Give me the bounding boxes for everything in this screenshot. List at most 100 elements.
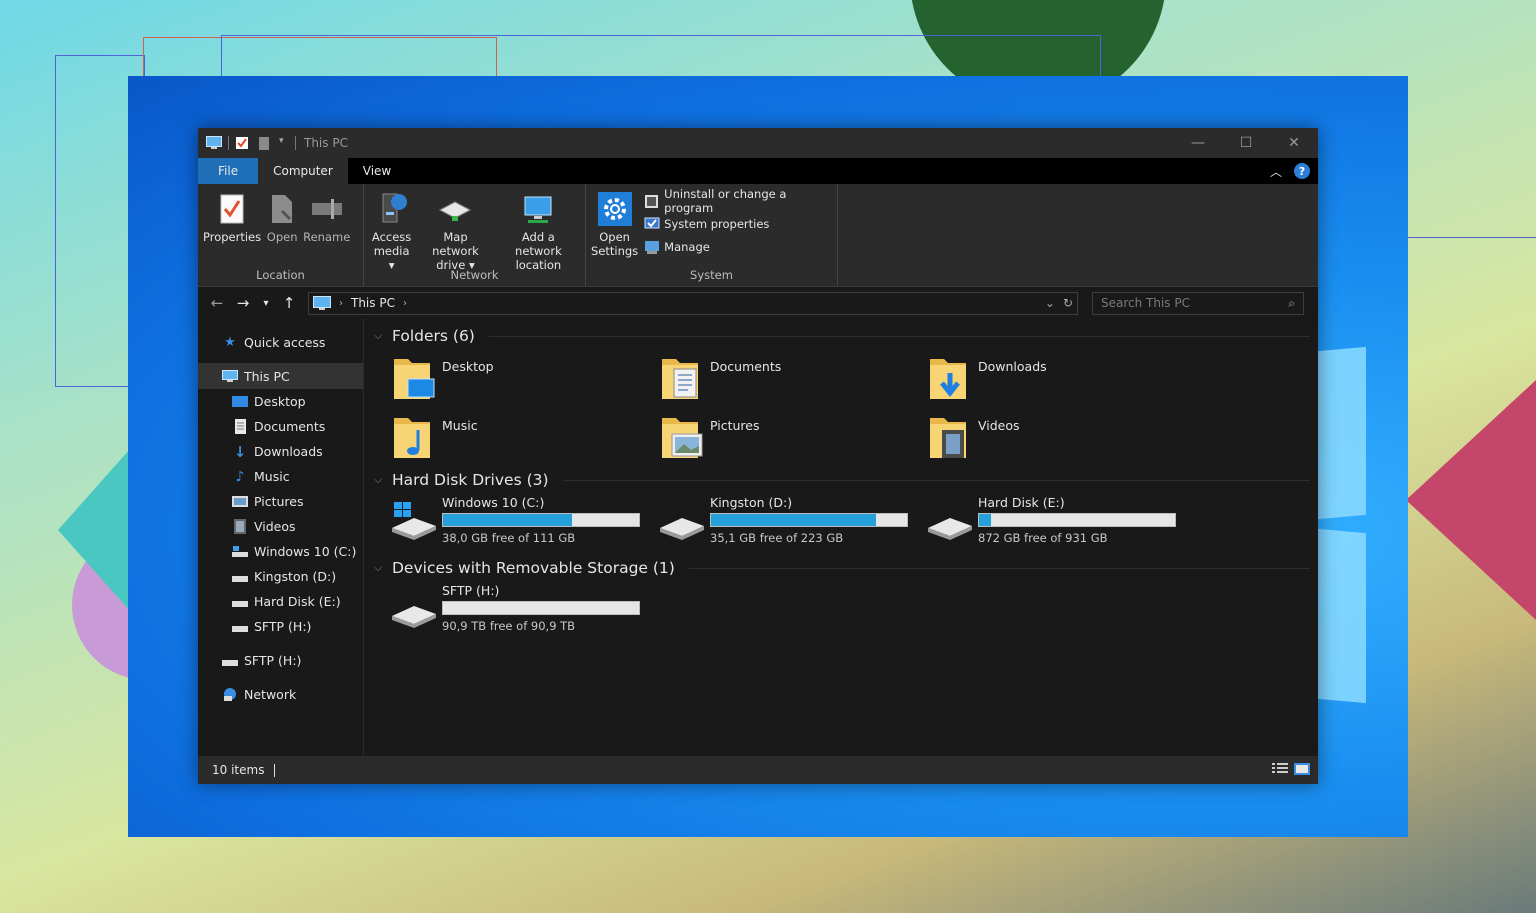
section-folders-header[interactable]: ⌵ Folders (6) xyxy=(374,323,1310,349)
open-button[interactable]: Open xyxy=(263,190,301,244)
sidebar-item-sftp-h[interactable]: SFTP (H:) xyxy=(198,614,363,639)
sidebar-item-this-pc[interactable]: This PC xyxy=(198,363,363,389)
item-count: 10 items xyxy=(212,763,265,777)
map-network-drive-button[interactable]: Map network drive ▾ xyxy=(416,190,495,272)
manage-button[interactable]: Manage xyxy=(644,238,834,256)
rename-label: Rename xyxy=(303,230,351,244)
sidebar-item-pictures[interactable]: Pictures xyxy=(198,489,363,514)
add-network-location-button[interactable]: Add a network location xyxy=(495,190,582,272)
properties-button[interactable]: Properties xyxy=(201,190,263,244)
title-bar[interactable]: ▾ This PC — ☐ ✕ xyxy=(198,128,1318,158)
chevron-down-icon[interactable]: ⌵ xyxy=(374,561,384,575)
toolbar-separator xyxy=(295,136,296,150)
folder-tile-pictures[interactable]: Pictures xyxy=(658,408,926,467)
folder-tile-documents[interactable]: Documents xyxy=(658,349,926,408)
sidebar-item-videos[interactable]: Videos xyxy=(198,514,363,539)
search-input[interactable] xyxy=(1101,296,1289,310)
uninstall-program-button[interactable]: Uninstall or change a program xyxy=(644,187,834,215)
desktop-wallpaper: ▾ This PC — ☐ ✕ File Computer View ︿ ? P… xyxy=(128,76,1408,837)
navigation-pane: ★ Quick access This PC Desktop Documents xyxy=(198,319,364,756)
drive-tile-e[interactable]: Hard Disk (E:) 872 GB free of 931 GB xyxy=(926,493,1194,555)
sidebar-item-network[interactable]: Network xyxy=(198,681,363,707)
sidebar-item-sftp[interactable]: SFTP (H:) xyxy=(198,647,363,673)
recent-locations-chevron-icon[interactable]: ▾ xyxy=(256,298,276,309)
open-settings-label-1: Open xyxy=(599,230,630,244)
tab-view[interactable]: View xyxy=(348,158,406,184)
maximize-button[interactable]: ☐ xyxy=(1222,128,1270,158)
tab-computer[interactable]: Computer xyxy=(258,158,348,184)
drive-usage-bar xyxy=(442,513,640,527)
up-arrow-icon[interactable]: ↑ xyxy=(276,294,302,312)
system-properties-button[interactable]: System properties xyxy=(644,215,834,233)
group-label-network: Network xyxy=(450,268,499,282)
sidebar-item-windows-c[interactable]: Windows 10 (C:) xyxy=(198,539,363,564)
sidebar-item-hard-disk-e[interactable]: Hard Disk (E:) xyxy=(198,589,363,614)
music-folder-icon xyxy=(394,418,430,458)
breadcrumb-chevron-icon[interactable]: › xyxy=(339,298,343,309)
drive-tile-d[interactable]: Kingston (D:) 35,1 GB free of 223 GB xyxy=(658,493,926,555)
drive-tile-c[interactable]: Windows 10 (C:) 38,0 GB free of 111 GB xyxy=(390,493,658,555)
hard-drive-icon xyxy=(390,583,440,633)
hard-drive-icon xyxy=(222,653,238,667)
open-settings-button[interactable]: Open Settings xyxy=(589,190,640,258)
new-folder-quick-icon[interactable] xyxy=(257,136,273,150)
folder-tile-videos[interactable]: Videos xyxy=(926,408,1194,467)
sidebar-item-label: Desktop xyxy=(254,394,306,409)
chevron-down-icon[interactable]: ⌵ xyxy=(374,473,384,487)
rename-button[interactable]: Rename xyxy=(301,190,352,244)
breadcrumb-chevron-icon[interactable]: › xyxy=(403,298,407,309)
rename-icon xyxy=(310,190,344,228)
sidebar-item-label: Kingston (D:) xyxy=(254,569,337,584)
sidebar-item-label: Windows 10 (C:) xyxy=(254,544,357,559)
access-media-button[interactable]: Access media ▾ xyxy=(367,190,416,272)
minimize-ribbon-icon[interactable]: ︿ xyxy=(1270,163,1282,180)
sidebar-item-downloads[interactable]: ↓ Downloads xyxy=(198,439,363,464)
back-arrow-icon[interactable]: ← xyxy=(204,294,230,312)
folder-tile-downloads[interactable]: Downloads xyxy=(926,349,1194,408)
tab-file[interactable]: File xyxy=(198,158,259,184)
sidebar-item-kingston-d[interactable]: Kingston (D:) xyxy=(198,564,363,589)
section-drives-header[interactable]: ⌵ Hard Disk Drives (3) xyxy=(374,467,1310,493)
drive-tile-h[interactable]: SFTP (H:) 90,9 TB free of 90,9 TB xyxy=(390,581,658,643)
properties-icon xyxy=(215,190,249,228)
forward-arrow-icon[interactable]: → xyxy=(230,294,256,312)
section-divider xyxy=(562,479,1310,481)
address-history-chevron-icon[interactable]: ⌄ xyxy=(1045,296,1055,310)
refresh-icon[interactable]: ↻ xyxy=(1063,296,1073,310)
hard-drive-icon xyxy=(232,595,248,609)
pictures-folder-icon xyxy=(662,418,703,458)
folder-label: Videos xyxy=(978,418,1020,433)
sidebar-item-desktop[interactable]: Desktop xyxy=(198,389,363,414)
sidebar-item-label: Videos xyxy=(254,519,296,534)
properties-quick-icon[interactable] xyxy=(235,136,251,150)
search-box[interactable]: ⌕ xyxy=(1092,291,1304,315)
hard-drive-icon xyxy=(926,495,976,545)
drive-free-space: 38,0 GB free of 111 GB xyxy=(442,531,576,545)
help-icon[interactable]: ? xyxy=(1294,163,1310,179)
close-button[interactable]: ✕ xyxy=(1270,128,1318,158)
large-icons-view-icon[interactable] xyxy=(1294,762,1310,778)
network-drive-icon xyxy=(438,190,472,228)
drive-usage-bar xyxy=(978,513,1176,527)
drive-usage-bar xyxy=(710,513,908,527)
drive-free-space: 872 GB free of 931 GB xyxy=(978,531,1108,545)
section-removable-header[interactable]: ⌵ Devices with Removable Storage (1) xyxy=(374,555,1310,581)
folder-tile-music[interactable]: Music xyxy=(390,408,658,467)
folder-label: Documents xyxy=(710,359,782,374)
ribbon-group-system: Open Settings Uninstall or change a prog… xyxy=(586,184,838,286)
minimize-button[interactable]: — xyxy=(1174,128,1222,158)
folder-tile-desktop[interactable]: Desktop xyxy=(390,349,658,408)
sidebar-item-music[interactable]: ♪ Music xyxy=(198,464,363,489)
system-properties-icon xyxy=(644,216,660,232)
search-icon[interactable]: ⌕ xyxy=(1288,296,1295,311)
details-view-icon[interactable] xyxy=(1272,762,1288,778)
breadcrumb-this-pc[interactable]: This PC xyxy=(351,296,395,310)
sidebar-item-quick-access[interactable]: ★ Quick access xyxy=(198,329,363,355)
star-icon: ★ xyxy=(224,334,236,350)
sidebar-item-documents[interactable]: Documents xyxy=(198,414,363,439)
address-bar[interactable]: › This PC › ⌄ ↻ xyxy=(308,291,1078,315)
chevron-down-icon[interactable]: ⌵ xyxy=(374,329,384,343)
uninstall-icon xyxy=(644,193,660,209)
customize-quick-access-icon[interactable]: ▾ xyxy=(279,136,289,150)
section-title: Folders (6) xyxy=(392,327,475,345)
